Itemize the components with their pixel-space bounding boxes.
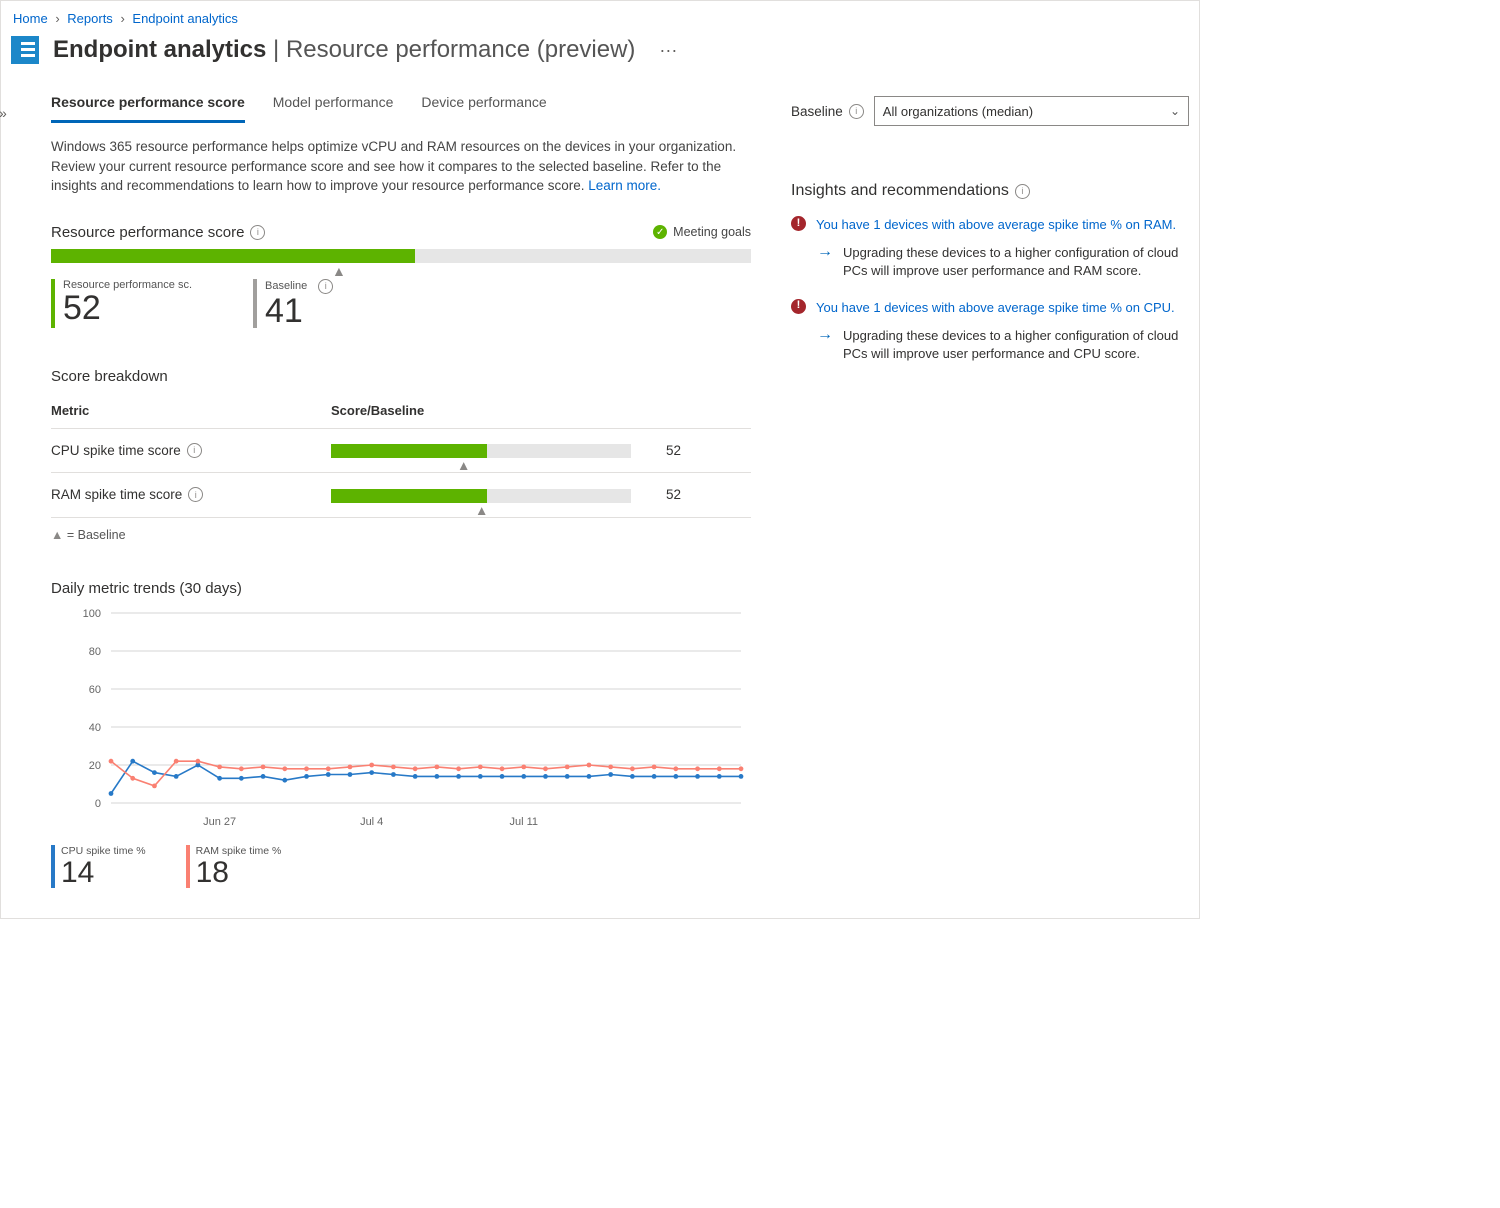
svg-text:100: 100 [83,608,101,620]
svg-text:Jul 4: Jul 4 [360,816,383,828]
tabs: Resource performance score Model perform… [51,88,751,123]
info-icon[interactable] [187,443,202,458]
insight-item: ! You have 1 devices with above average s… [791,204,1189,287]
status-text: Meeting goals [673,225,751,239]
kpi-baseline: Baseline 41 [253,279,395,328]
trends-header: Daily metric trends (30 days) [51,542,751,603]
insight-detail: Upgrading these devices to a higher conf… [843,327,1189,363]
svg-text:60: 60 [89,684,101,696]
alert-icon: ! [791,299,806,314]
kpi-ram-spike: RAM spike time % 18 [186,845,282,889]
baseline-marker-icon: ▲ [332,263,346,279]
metric-bar: ▲ [331,489,631,503]
svg-text:40: 40 [89,722,101,734]
page-title: Endpoint analytics | Resource performanc… [53,36,635,64]
learn-more-link[interactable]: Learn more. [588,178,661,193]
metric-bar: ▲ [331,444,631,458]
breadcrumb-home[interactable]: Home [13,11,48,26]
col-metric: Metric [51,393,331,429]
svg-text:Jul 11: Jul 11 [509,816,538,828]
baseline-select[interactable]: All organizations (median) ⌄ [874,96,1189,126]
breadcrumb-endpoint-analytics[interactable]: Endpoint analytics [132,11,238,26]
endpoint-analytics-icon [11,36,39,64]
table-row: CPU spike time score ▲52 [51,428,751,472]
svg-text:80: 80 [89,646,101,658]
info-icon[interactable] [849,104,864,119]
svg-text:Jun 27: Jun 27 [203,816,236,828]
chevron-down-icon: ⌄ [1170,104,1180,118]
baseline-legend: ▲ = Baseline [51,518,751,542]
trend-chart: 0 20 40 60 80 100 Jun 27 Jul 4 Jul 11 [51,603,751,833]
kpi-cpu-spike: CPU spike time % 14 [51,845,146,889]
more-icon[interactable]: ··· [649,40,677,61]
metric-name: CPU spike time score [51,443,181,458]
arrow-right-icon: → [817,244,833,280]
baseline-label: Baseline [791,104,864,119]
score-bar: ▲ [51,249,751,263]
chevron-right-icon: › [116,11,128,26]
tab-model-performance[interactable]: Model performance [273,88,394,122]
metric-name: RAM spike time score [51,487,182,502]
metric-score: 52 [631,443,681,458]
tab-device-performance[interactable]: Device performance [421,88,546,122]
col-score: Score/Baseline [331,393,751,429]
insight-link[interactable]: You have 1 devices with above average sp… [816,299,1175,317]
info-icon[interactable] [1015,184,1030,199]
svg-text:20: 20 [89,760,101,772]
chevron-right-icon: › [51,11,63,26]
score-header: Resource performance score [51,224,244,241]
breakdown-table: Metric Score/Baseline CPU spike time sco… [51,393,751,518]
arrow-right-icon: → [817,327,833,363]
insights-header: Insights and recommendations [791,182,1009,200]
baseline-marker-icon: ▲ [475,503,488,518]
baseline-marker-icon: ▲ [457,458,470,473]
info-icon[interactable] [250,225,265,240]
breakdown-header: Score breakdown [51,328,751,393]
check-icon: ✓ [653,225,667,239]
insight-link[interactable]: You have 1 devices with above average sp… [816,216,1176,234]
breadcrumb-reports[interactable]: Reports [67,11,113,26]
svg-text:0: 0 [95,798,101,810]
description: Windows 365 resource performance helps o… [51,123,751,196]
info-icon[interactable] [188,487,203,502]
metric-score: 52 [631,487,681,502]
tab-resource-performance-score[interactable]: Resource performance score [51,88,245,123]
info-icon[interactable] [318,279,333,294]
expand-icon[interactable]: » [0,105,7,121]
table-row: RAM spike time score ▲52 [51,473,751,517]
alert-icon: ! [791,216,806,231]
insight-item: ! You have 1 devices with above average s… [791,287,1189,370]
breadcrumb: Home › Reports › Endpoint analytics [11,7,1189,30]
insight-detail: Upgrading these devices to a higher conf… [843,244,1189,280]
kpi-score: Resource performance sc... 52 [51,279,193,328]
